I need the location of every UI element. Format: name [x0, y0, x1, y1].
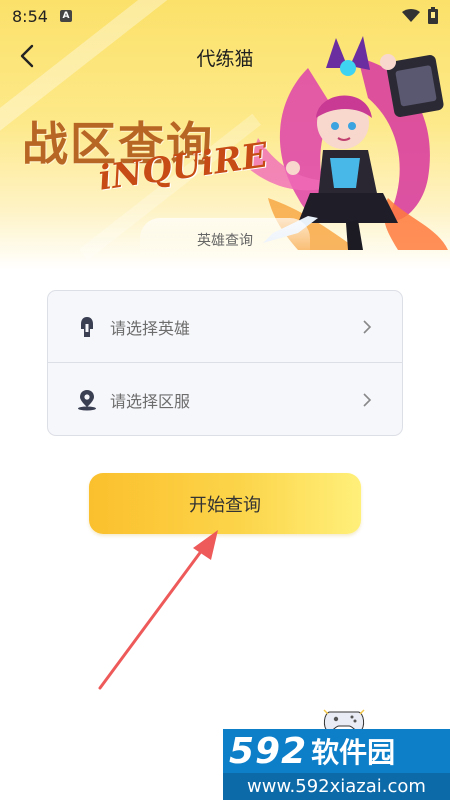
location-pin-icon: [78, 390, 96, 411]
watermark-numbers: 592: [229, 730, 308, 772]
watermark-url: www.592xiazai.com: [223, 773, 450, 800]
status-time: 8:54: [12, 6, 48, 26]
status-bar: 8:54 A: [0, 0, 450, 32]
watermark-logo: 592 软件园 www.592xiazai.com: [223, 729, 450, 800]
selection-card: 请选择英雄 请选择区服: [47, 290, 403, 436]
chevron-right-icon: [363, 319, 372, 334]
back-icon[interactable]: [14, 42, 42, 70]
notification-icon: A: [59, 10, 72, 22]
hero-select-placeholder: 请选择英雄: [110, 318, 191, 338]
section-label: 英雄查询: [197, 233, 253, 249]
watermark-name: 软件园: [311, 736, 396, 769]
watermark-top: 592 软件园: [223, 729, 450, 773]
battery-icon: [428, 7, 438, 24]
chevron-right-icon: [363, 393, 372, 407]
hero-helmet-icon: [81, 316, 93, 337]
server-select-placeholder: 请选择区服: [110, 392, 191, 411]
hero-select-row[interactable]: 请选择英雄: [48, 291, 402, 363]
start-query-button[interactable]: 开始查询: [89, 473, 361, 534]
page-title: 代练猫: [196, 48, 254, 70]
server-select-row[interactable]: 请选择区服: [48, 364, 402, 435]
wifi-icon: [402, 8, 420, 22]
status-right-icons: [402, 7, 438, 24]
